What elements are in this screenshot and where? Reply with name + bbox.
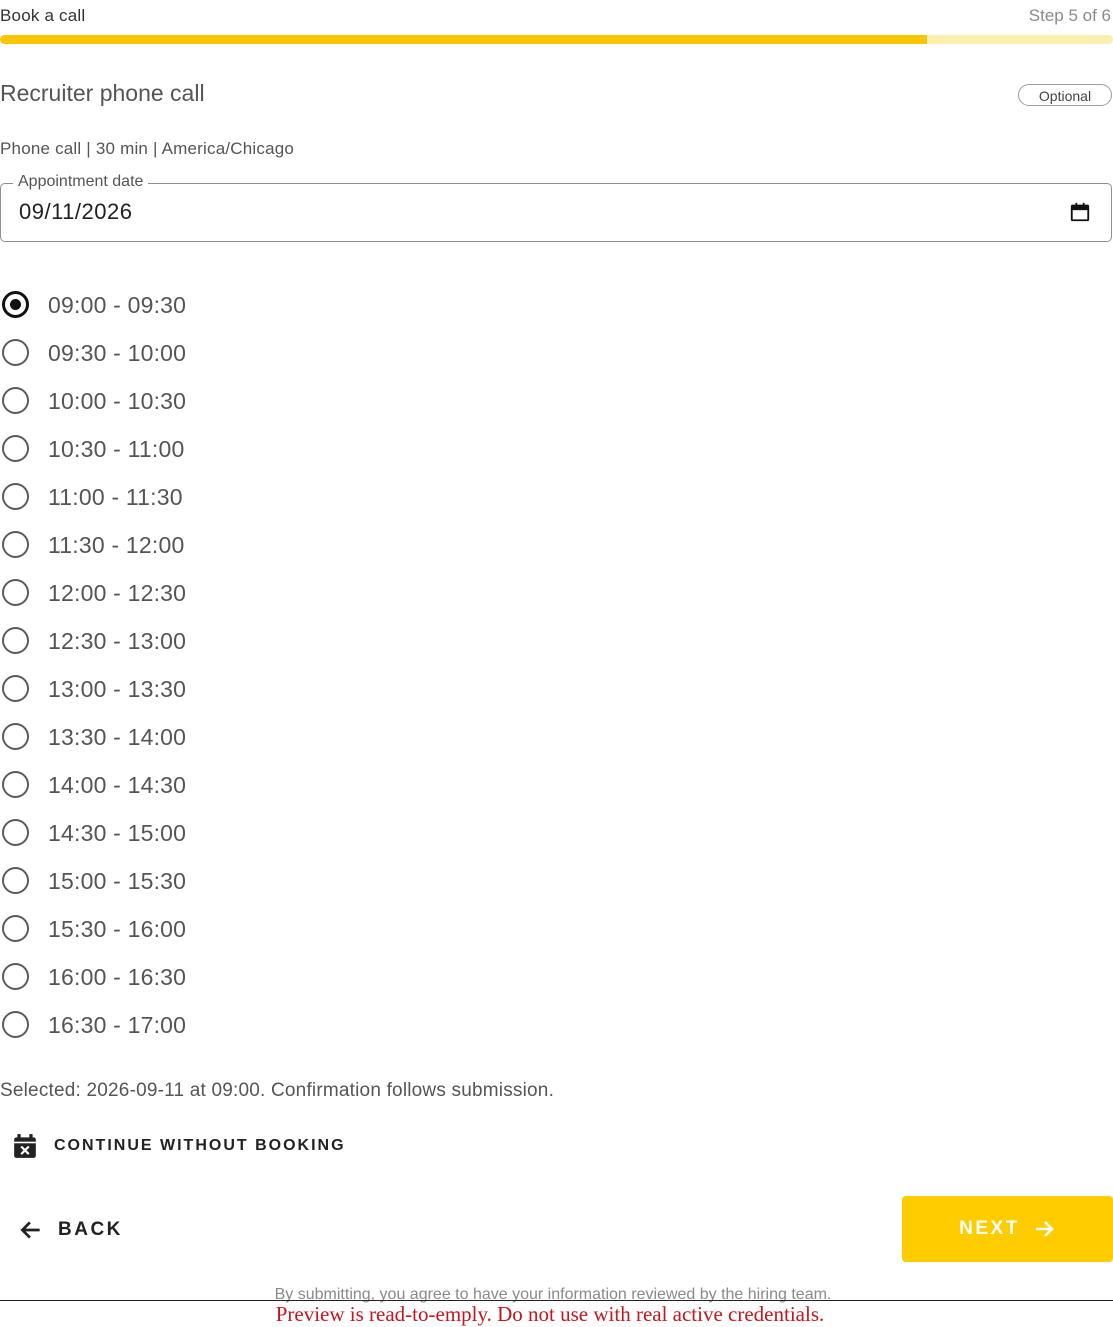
preview-notice: Preview is read-to-emply. Do not use wit… — [275, 1302, 825, 1326]
time-slot-label: 10:30 - 11:00 — [48, 436, 185, 462]
step-indicator: Step 5 of 6 — [1028, 6, 1111, 25]
time-slot-option[interactable]: 16:00 - 16:30 — [0, 953, 300, 1001]
time-slot-radio[interactable] — [2, 435, 29, 462]
time-slot-radio[interactable] — [2, 819, 29, 846]
time-slot-label: 12:30 - 13:00 — [48, 628, 187, 654]
time-slot-label: 11:30 - 12:00 — [48, 532, 185, 558]
time-slot-label: 14:30 - 15:00 — [48, 820, 187, 846]
time-slot-option[interactable]: 09:00 - 09:30 — [0, 281, 300, 329]
appointment-date-field[interactable]: Appointment date 09/11/2026 — [0, 173, 1112, 242]
time-slot-radio[interactable] — [2, 291, 29, 318]
time-slot-radio[interactable] — [2, 915, 29, 942]
time-slot-label: 13:30 - 14:00 — [48, 724, 187, 750]
time-slot-radio[interactable] — [2, 675, 29, 702]
selection-summary: Selected: 2026-09-11 at 09:00. Confirmat… — [0, 1080, 555, 1101]
time-slot-label: 14:00 - 14:30 — [48, 772, 187, 798]
time-slot-option[interactable]: 11:00 - 11:30 — [0, 473, 300, 521]
time-slot-option[interactable]: 13:00 - 13:30 — [0, 665, 300, 713]
arrow-right-icon — [1035, 1221, 1054, 1237]
time-slot-radio[interactable] — [2, 723, 29, 750]
time-slot-label: 10:00 - 10:30 — [48, 388, 187, 414]
progress-bar-fill — [0, 35, 928, 44]
time-slot-radio[interactable] — [2, 867, 29, 894]
time-slot-option[interactable]: 14:00 - 14:30 — [0, 761, 300, 809]
footer-divider — [0, 1300, 1113, 1301]
section-title: Recruiter phone call — [0, 80, 205, 106]
time-slot-label: 16:00 - 16:30 — [48, 964, 187, 990]
time-slot-option[interactable]: 14:30 - 15:00 — [0, 809, 300, 857]
time-slot-radio[interactable] — [2, 387, 29, 414]
time-slot-label: 09:00 - 09:30 — [48, 292, 187, 318]
time-slot-label: 15:30 - 16:00 — [48, 916, 187, 942]
time-slot-option[interactable]: 16:30 - 17:00 — [0, 1001, 300, 1049]
call-details: Phone call | 30 min | America/Chicago — [0, 139, 295, 158]
time-slot-option[interactable]: 13:30 - 14:00 — [0, 713, 300, 761]
next-button[interactable]: NEXT — [902, 1196, 1113, 1262]
time-slot-label: 16:30 - 17:00 — [48, 1012, 187, 1038]
time-slot-option[interactable]: 12:30 - 13:00 — [0, 617, 300, 665]
time-slot-radio[interactable] — [2, 339, 29, 366]
arrow-left-icon — [20, 1221, 40, 1239]
optional-badge: Optional — [1018, 84, 1112, 106]
calendar-icon[interactable] — [1069, 201, 1091, 223]
calendar-remove-icon — [14, 1134, 36, 1158]
time-slot-radio[interactable] — [2, 579, 29, 606]
time-slot-label: 09:30 - 10:00 — [48, 340, 187, 366]
time-slot-label: 13:00 - 13:30 — [48, 676, 187, 702]
continue-without-booking-label: CONTINUE WITHOUT BOOKING — [54, 1137, 346, 1154]
time-slot-radio[interactable] — [2, 627, 29, 654]
progress-bar — [0, 35, 1113, 44]
page-title: Book a call — [0, 6, 86, 25]
back-button[interactable]: BACK — [18, 1213, 123, 1247]
time-slot-option[interactable]: 12:00 - 12:30 — [0, 569, 300, 617]
time-slot-option[interactable]: 11:30 - 12:00 — [0, 521, 300, 569]
time-slot-option[interactable]: 10:30 - 11:00 — [0, 425, 300, 473]
appointment-date-label: Appointment date — [13, 173, 149, 191]
header: Book a call Step 5 of 6 — [0, 4, 1113, 26]
next-label: NEXT — [959, 1218, 1020, 1239]
time-slot-option[interactable]: 09:30 - 10:00 — [0, 329, 300, 377]
appointment-date-value[interactable]: 09/11/2026 — [19, 199, 132, 225]
time-slot-radio[interactable] — [2, 771, 29, 798]
time-slot-option[interactable]: 15:30 - 16:00 — [0, 905, 300, 953]
time-slot-label: 12:00 - 12:30 — [48, 580, 187, 606]
time-slot-radio[interactable] — [2, 483, 29, 510]
time-slot-label: 11:00 - 11:30 — [48, 484, 183, 510]
time-slot-radio[interactable] — [2, 1011, 29, 1038]
time-slot-option[interactable]: 10:00 - 10:30 — [0, 377, 300, 425]
back-label: BACK — [58, 1219, 123, 1240]
time-slot-label: 15:00 - 15:30 — [48, 868, 187, 894]
time-slot-option[interactable]: 15:00 - 15:30 — [0, 857, 300, 905]
continue-without-booking-button[interactable]: CONTINUE WITHOUT BOOKING — [12, 1130, 346, 1162]
time-slot-radio[interactable] — [2, 531, 29, 558]
time-slot-radio[interactable] — [2, 963, 29, 990]
